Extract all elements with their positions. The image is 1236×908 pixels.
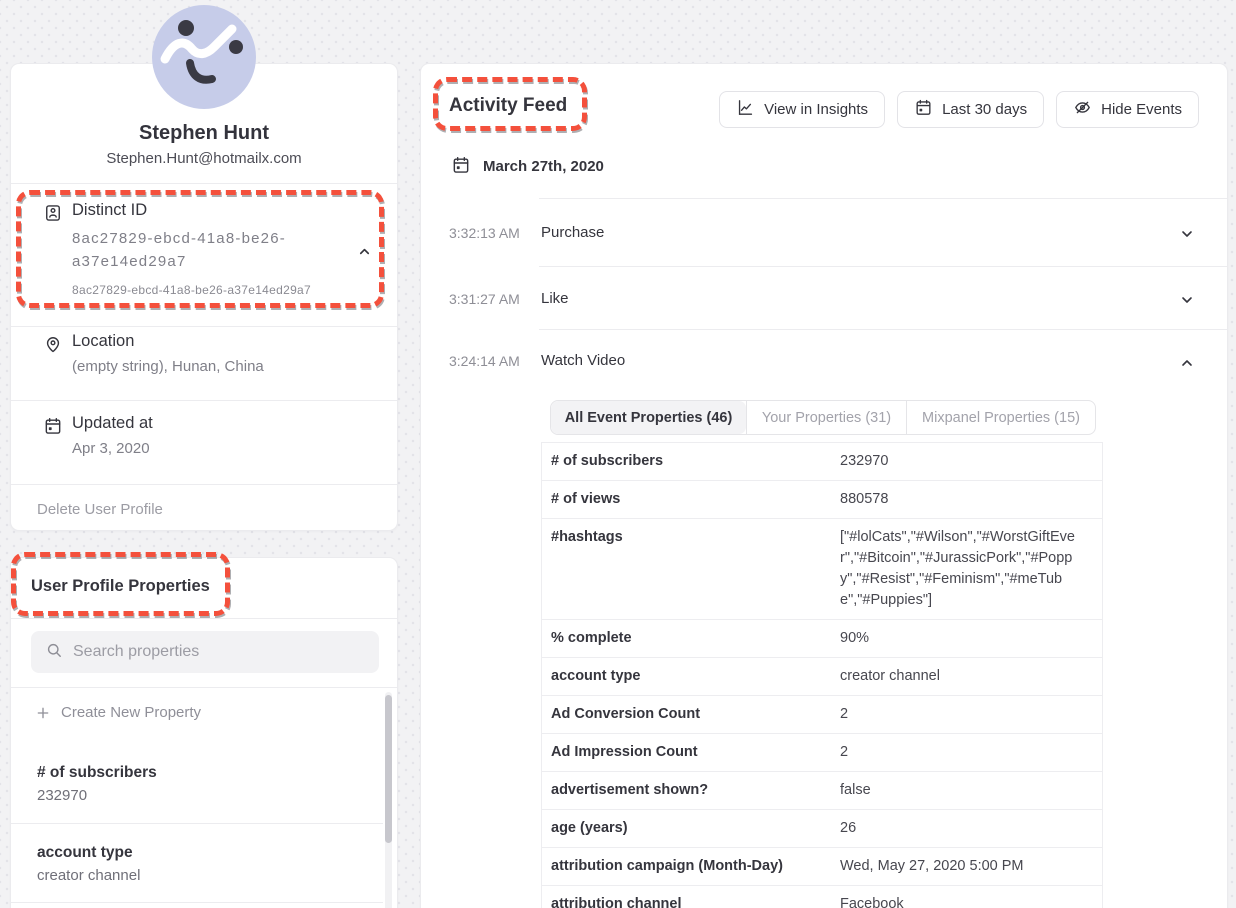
event-property-value: 880578 [840, 481, 1102, 518]
event-property-row: age (years) 26 [542, 810, 1102, 848]
event-property-name: Ad Impression Count [542, 734, 840, 771]
event-property-value: Wed, May 27, 2020 5:00 PM [840, 848, 1102, 885]
event-property-value: 90% [840, 620, 1102, 657]
id-badge-icon [43, 203, 63, 223]
tab-all-event-properties[interactable]: All Event Properties (46) [551, 401, 746, 434]
event-property-name: Ad Conversion Count [542, 696, 840, 733]
property-value: creator channel [37, 867, 140, 884]
distinct-id-value-small: 8ac27829-ebcd-41a8-be26-a37e14ed29a7 [72, 283, 311, 297]
distinct-id-label: Distinct ID [72, 201, 147, 220]
user-name: Stephen Hunt [11, 122, 397, 145]
event-property-value: creator channel [840, 658, 1102, 695]
event-property-value: Facebook [840, 886, 1102, 908]
event-property-name: # of views [542, 481, 840, 518]
search-properties-box[interactable] [31, 631, 379, 673]
date-range-button[interactable]: Last 30 days [897, 91, 1044, 128]
event-row-watch-video[interactable]: 3:24:14 AM Watch Video [421, 329, 1227, 391]
property-value: 232970 [37, 787, 87, 804]
search-icon [45, 641, 63, 664]
divider [11, 618, 397, 619]
event-property-name: attribution campaign (Month-Day) [542, 848, 840, 885]
calendar-icon [43, 416, 63, 436]
event-properties-table: # of subscribers 232970 # of views 88057… [541, 442, 1103, 908]
event-property-row: Ad Conversion Count 2 [542, 696, 1102, 734]
insights-chart-icon [736, 98, 755, 121]
event-name: Like [541, 290, 569, 307]
event-property-value: ["#lolCats","#Wilson","#WorstGiftEver","… [840, 519, 1102, 619]
chevron-down-icon[interactable] [1179, 226, 1195, 242]
scrollbar-thumb[interactable] [385, 695, 392, 843]
divider [11, 484, 397, 485]
updated-at-label: Updated at [72, 414, 153, 433]
profile-card: Stephen Hunt Stephen.Hunt@hotmailx.com D… [10, 63, 398, 531]
date-header: March 27th, 2020 [483, 158, 604, 175]
event-property-name: age (years) [542, 810, 840, 847]
avatar [152, 5, 256, 109]
event-property-value: 232970 [840, 443, 1102, 480]
event-name: Purchase [541, 224, 604, 241]
location-label: Location [72, 332, 134, 351]
calendar-icon [451, 155, 471, 175]
event-property-name: # of subscribers [542, 443, 840, 480]
location-value: (empty string), Hunan, China [72, 358, 264, 375]
event-property-name: #hashtags [542, 519, 840, 619]
event-property-row: attribution campaign (Month-Day) Wed, Ma… [542, 848, 1102, 886]
event-property-row: #hashtags ["#lolCats","#Wilson","#WorstG… [542, 519, 1102, 620]
event-properties-tabs: All Event Properties (46) Your Propertie… [550, 400, 1096, 435]
tab-mixpanel-properties[interactable]: Mixpanel Properties (15) [906, 401, 1095, 434]
chevron-up-icon[interactable] [1179, 355, 1195, 371]
event-property-row: account type creator channel [542, 658, 1102, 696]
event-property-row: # of views 880578 [542, 481, 1102, 519]
event-row-like[interactable]: 3:31:27 AM Like [421, 266, 1227, 329]
activity-feed-card: Activity Feed View in Insights [420, 63, 1228, 908]
eye-off-icon [1073, 98, 1092, 121]
activity-toolbar: View in Insights Last 30 days [719, 91, 1199, 128]
event-property-row: attribution channel Facebook [542, 886, 1102, 908]
calendar-icon [914, 98, 933, 121]
activity-feed-title: Activity Feed [449, 95, 567, 117]
event-property-value: 26 [840, 810, 1102, 847]
view-in-insights-button[interactable]: View in Insights [719, 91, 885, 128]
divider [11, 183, 397, 184]
page: Stephen Hunt Stephen.Hunt@hotmailx.com D… [0, 0, 1236, 908]
event-property-value: false [840, 772, 1102, 809]
user-profile-properties-card: User Profile Properties Create New Prope… [10, 557, 398, 908]
property-name: account type [37, 844, 133, 862]
event-row-purchase[interactable]: 3:32:13 AM Purchase [421, 198, 1227, 266]
event-property-row: advertisement shown? false [542, 772, 1102, 810]
event-time: 3:24:14 AM [449, 353, 520, 369]
event-property-name: % complete [542, 620, 840, 657]
tab-your-properties[interactable]: Your Properties (31) [746, 401, 906, 434]
divider [11, 400, 397, 401]
chevron-up-icon[interactable] [357, 244, 372, 264]
event-property-value: 2 [840, 734, 1102, 771]
event-property-row: % complete 90% [542, 620, 1102, 658]
event-property-name: attribution channel [542, 886, 840, 908]
divider [11, 687, 397, 688]
divider [11, 902, 383, 903]
plus-icon [35, 705, 51, 721]
location-pin-icon [43, 334, 63, 354]
divider [11, 326, 397, 327]
user-profile-properties-title: User Profile Properties [31, 577, 210, 596]
event-property-row: Ad Impression Count 2 [542, 734, 1102, 772]
event-time: 3:31:27 AM [449, 291, 520, 307]
event-name: Watch Video [541, 352, 625, 369]
event-property-name: account type [542, 658, 840, 695]
divider [11, 823, 383, 824]
hide-events-button[interactable]: Hide Events [1056, 91, 1199, 128]
user-email: Stephen.Hunt@hotmailx.com [11, 150, 397, 167]
delete-user-profile-button[interactable]: Delete User Profile [37, 501, 163, 518]
event-property-value: 2 [840, 696, 1102, 733]
chevron-down-icon[interactable] [1179, 292, 1195, 308]
search-properties-input[interactable] [73, 643, 365, 661]
event-property-name: advertisement shown? [542, 772, 840, 809]
distinct-id-value: 8ac27829-ebcd-41a8-be26-a37e14ed29a7 [72, 227, 342, 273]
property-name: # of subscribers [37, 764, 157, 782]
event-time: 3:32:13 AM [449, 225, 520, 241]
event-property-row: # of subscribers 232970 [542, 443, 1102, 481]
create-new-property-button[interactable]: Create New Property [35, 704, 201, 721]
updated-at-value: Apr 3, 2020 [72, 440, 150, 457]
